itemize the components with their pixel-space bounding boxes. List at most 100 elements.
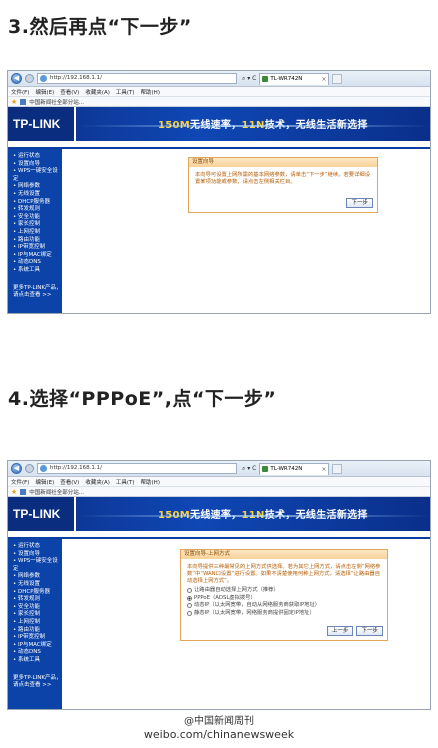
- sidebar-item-ddns[interactable]: 动态DNS: [13, 649, 62, 657]
- radio-pppoe[interactable]: [187, 595, 192, 601]
- tab-favicon-icon: [262, 75, 269, 82]
- globe-icon: [40, 75, 47, 82]
- url-text: http://192.168.1.1/: [50, 465, 102, 471]
- url-text: http://192.168.1.1/: [50, 75, 102, 81]
- wizard-dialog: 设置向导 本向导可设置上网所需的基本网络参数，请单击“下一步”继续。若要详细设置…: [188, 157, 378, 213]
- sidebar-item-network[interactable]: 网络参数: [13, 573, 62, 581]
- close-tab-icon[interactable]: ×: [321, 74, 326, 85]
- favorites-link[interactable]: 中国新闻社全部分站...: [29, 488, 84, 496]
- wizard-dialog: 设置向导-上网方式 本向导提供三种最常见的上网方式供选择。若为其它上网方式，请点…: [180, 549, 388, 641]
- radio-auto[interactable]: [187, 588, 192, 594]
- more-products-link[interactable]: 更多TP-LINK产品， 请点击查看 >>: [13, 285, 62, 299]
- browser-tab[interactable]: TL-WR742N ×: [259, 462, 330, 475]
- watermark-stamp: [175, 373, 258, 426]
- radio-static-ip[interactable]: [187, 610, 192, 616]
- tab-title: TL-WR742N: [270, 75, 303, 82]
- site-icon: [20, 488, 27, 495]
- option-dynamic-ip[interactable]: 动态IP（以太网宽带，自动从网络服务商获取IP地址）: [187, 602, 381, 610]
- sidebar-item-wps[interactable]: WPS一键安全设定: [13, 558, 62, 573]
- menu-help[interactable]: 帮助(H): [141, 88, 160, 96]
- radio-dynamic-ip[interactable]: [187, 603, 192, 609]
- menu-file[interactable]: 文件(F): [11, 478, 29, 486]
- dialog-title: 设置向导-上网方式: [181, 550, 387, 559]
- new-tab-button[interactable]: [332, 463, 343, 474]
- sidebar-item-routing[interactable]: 路由功能: [13, 237, 62, 245]
- option-static-ip[interactable]: 静态IP（以太网宽带，网络服务商提供固定IP地址）: [187, 610, 381, 618]
- dialog-text: 本向导提供三种最常见的上网方式供选择。若为其它上网方式，请点击左侧“网络参数”中…: [187, 564, 381, 584]
- close-tab-icon[interactable]: ×: [321, 464, 326, 475]
- sidebar: 运行状态 设置向导 WPS一键安全设定 网络参数 无线设置 DHCP服务器 转发…: [8, 149, 62, 313]
- sidebar-item-access[interactable]: 上网控制: [13, 619, 62, 627]
- sidebar-item-parental[interactable]: 家长控制: [13, 221, 62, 229]
- menu-favorites[interactable]: 收藏夹(A): [85, 88, 110, 96]
- main-panel: 设置向导-上网方式 本向导提供三种最常见的上网方式供选择。若为其它上网方式，请点…: [62, 539, 430, 709]
- option-auto[interactable]: 让路由器自动选择上网方式（推荐）: [187, 587, 381, 595]
- browser-screenshot-step-4: ◀ http://192.168.1.1/ ⌕ ▾ C TL-WR742N × …: [7, 460, 431, 710]
- sidebar-item-bandwidth[interactable]: IP带宽控制: [13, 634, 62, 642]
- back-icon[interactable]: ◀: [11, 463, 22, 474]
- favorites-bar: ★ 中国新闻社全部分站...: [8, 487, 430, 497]
- search-refresh-icon[interactable]: ⌕ ▾ C: [242, 465, 256, 473]
- sidebar-item-wps[interactable]: WPS一键安全设定: [13, 168, 62, 183]
- router-page: TP-LINK 150M无线速率，11N技术，无线生活新选择 运行状态 设置向导…: [8, 107, 430, 313]
- option-pppoe[interactable]: PPPoE（ADSL虚拟拨号）: [187, 595, 381, 603]
- menu-edit[interactable]: 编辑(E): [35, 88, 54, 96]
- url-field[interactable]: http://192.168.1.1/: [37, 463, 237, 474]
- banner: TP-LINK 150M无线速率，11N技术，无线生活新选择: [8, 107, 430, 141]
- favorites-bar: ★ 中国新闻社全部分站...: [8, 97, 430, 107]
- next-button[interactable]: 下一步: [346, 198, 373, 208]
- weibo-url: weibo.com/chinanewsweek: [143, 728, 295, 741]
- sidebar-item-bandwidth[interactable]: IP带宽控制: [13, 244, 62, 252]
- next-button[interactable]: 下一步: [356, 626, 383, 636]
- router-page: TP-LINK 150M无线速率，11N技术，无线生活新选择 运行状态 设置向导…: [8, 497, 430, 709]
- address-bar: ◀ http://192.168.1.1/ ⌕ ▾ C TL-WR742N ×: [8, 71, 430, 87]
- url-field[interactable]: http://192.168.1.1/: [37, 73, 237, 84]
- sidebar-item-parental[interactable]: 家长控制: [13, 611, 62, 619]
- forward-icon[interactable]: [25, 74, 34, 83]
- menu-view[interactable]: 查看(V): [60, 478, 79, 486]
- back-icon[interactable]: ◀: [11, 73, 22, 84]
- menu-edit[interactable]: 编辑(E): [35, 478, 54, 486]
- more-products-link[interactable]: 更多TP-LINK产品， 请点击查看 >>: [13, 675, 62, 689]
- sidebar-item-access[interactable]: 上网控制: [13, 229, 62, 237]
- banner: TP-LINK 150M无线速率，11N技术，无线生活新选择: [8, 497, 430, 531]
- tp-link-logo: TP-LINK: [8, 497, 76, 531]
- favorites-link[interactable]: 中国新闻社全部分站...: [29, 98, 84, 106]
- browser-screenshot-step-3: ◀ http://192.168.1.1/ ⌕ ▾ C TL-WR742N × …: [7, 70, 431, 314]
- tp-link-logo: TP-LINK: [8, 107, 76, 141]
- sidebar-item-ddns[interactable]: 动态DNS: [13, 259, 62, 267]
- weibo-handle: @中国新闻周刊: [184, 716, 254, 727]
- menu-favorites[interactable]: 收藏夹(A): [85, 478, 110, 486]
- menu-tools[interactable]: 工具(T): [116, 478, 135, 486]
- search-refresh-icon[interactable]: ⌕ ▾ C: [242, 75, 256, 83]
- sidebar-item-routing[interactable]: 路由功能: [13, 627, 62, 635]
- slogan: 150M无线速率，11N技术，无线生活新选择: [158, 510, 368, 521]
- forward-icon[interactable]: [25, 464, 34, 473]
- browser-tab[interactable]: TL-WR742N ×: [259, 72, 330, 85]
- dialog-text: 本向导可设置上网所需的基本网络参数，请单击“下一步”继续。若要详细设置某项功能或…: [195, 172, 370, 185]
- sidebar-item-wireless[interactable]: 无线设置: [13, 191, 62, 199]
- sidebar-item-forwarding[interactable]: 转发规则: [13, 206, 62, 214]
- star-icon[interactable]: ★: [11, 488, 17, 496]
- step-3-title: 3.然后再点“下一步”: [8, 16, 192, 38]
- sidebar-item-status[interactable]: 运行状态: [13, 543, 62, 551]
- star-icon[interactable]: ★: [11, 98, 17, 106]
- menu-file[interactable]: 文件(F): [11, 88, 29, 96]
- address-bar: ◀ http://192.168.1.1/ ⌕ ▾ C TL-WR742N ×: [8, 461, 430, 477]
- tab-favicon-icon: [262, 465, 269, 472]
- dialog-title: 设置向导: [189, 158, 377, 167]
- menu-view[interactable]: 查看(V): [60, 88, 79, 96]
- sidebar-item-network[interactable]: 网络参数: [13, 183, 62, 191]
- sidebar-item-system[interactable]: 系统工具: [13, 267, 62, 275]
- new-tab-button[interactable]: [332, 73, 343, 84]
- sidebar-item-status[interactable]: 运行状态: [13, 153, 62, 161]
- sidebar-item-wireless[interactable]: 无线设置: [13, 581, 62, 589]
- menu-help[interactable]: 帮助(H): [141, 478, 160, 486]
- prev-button[interactable]: 上一步: [326, 626, 354, 636]
- sidebar-item-system[interactable]: 系统工具: [13, 657, 62, 665]
- sidebar: 运行状态 设置向导 WPS一键安全设定 网络参数 无线设置 DHCP服务器 转发…: [8, 539, 62, 709]
- sidebar-item-forwarding[interactable]: 转发规则: [13, 596, 62, 604]
- main-panel: 设置向导 本向导可设置上网所需的基本网络参数，请单击“下一步”继续。若要详细设置…: [62, 149, 430, 313]
- menu-tools[interactable]: 工具(T): [116, 88, 135, 96]
- globe-icon: [40, 465, 47, 472]
